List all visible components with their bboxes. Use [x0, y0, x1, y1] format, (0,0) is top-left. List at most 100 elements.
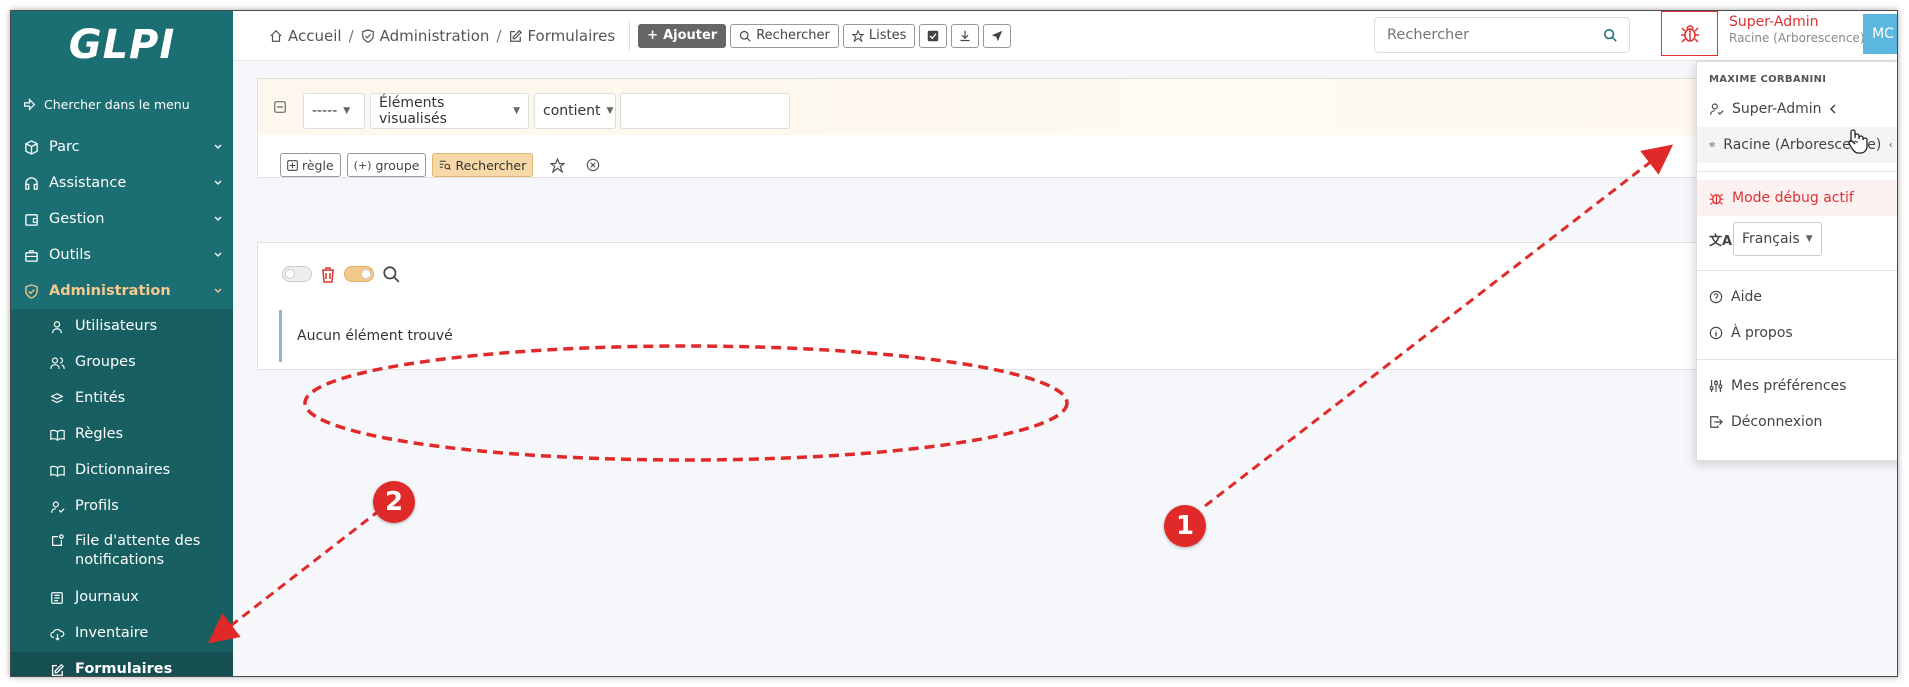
- sidebar-item-administration[interactable]: Administration: [11, 273, 233, 309]
- logo[interactable]: GLPI: [11, 11, 233, 79]
- sidebar-item-utilisateurs[interactable]: Utilisateurs: [11, 309, 233, 345]
- layers-icon: [49, 391, 65, 407]
- run-search-button[interactable]: Rechercher: [432, 153, 534, 177]
- dropdown-profile-item[interactable]: Super-Admin: [1697, 91, 1897, 127]
- send-icon: [992, 30, 1003, 41]
- dropdown-entity-item[interactable]: Racine (Arborescence): [1697, 127, 1897, 163]
- help-circle-icon: [1709, 290, 1723, 304]
- sidebar-item-label: Utilisateurs: [75, 318, 158, 334]
- breadcrumb-home[interactable]: Accueil: [269, 27, 342, 45]
- search-icon[interactable]: [1603, 28, 1617, 42]
- bug-icon: [1709, 193, 1724, 205]
- dropdown-divider: [1697, 270, 1897, 271]
- sidebar-item-entites[interactable]: Entités: [11, 381, 233, 417]
- square-check-icon: [928, 30, 939, 41]
- criteria-operator-select[interactable]: contient ▼: [534, 93, 616, 129]
- sidebar-item-parc[interactable]: Parc: [11, 129, 233, 165]
- checkbox-button[interactable]: [919, 23, 948, 48]
- logo-text: GLPI: [68, 22, 176, 68]
- breadcrumb-administration[interactable]: Administration: [361, 27, 489, 45]
- export-button[interactable]: [951, 23, 980, 48]
- lists-button[interactable]: Listes: [842, 23, 916, 48]
- toolbar-divider: [629, 20, 631, 51]
- add-group-label: groupe: [375, 157, 420, 173]
- criteria-link-select[interactable]: ----- ▼: [303, 93, 365, 129]
- user-icon: [49, 319, 65, 335]
- sidebar-item-profils[interactable]: Profils: [11, 489, 233, 525]
- circle-x-icon: [587, 158, 600, 172]
- users-icon: [49, 355, 65, 371]
- breadcrumb-separator: /: [496, 26, 502, 45]
- breadcrumb-formulaires[interactable]: Formulaires: [508, 27, 615, 45]
- sidebar-item-regles[interactable]: Règles: [11, 417, 233, 453]
- sidebar-item-label: Assistance: [49, 175, 127, 191]
- sidebar-item-assistance[interactable]: Assistance: [11, 165, 233, 201]
- trash-icon[interactable]: [320, 266, 336, 283]
- shield-check-icon: [361, 28, 374, 43]
- reset-search-button[interactable]: [581, 153, 605, 177]
- debug-mode-button[interactable]: [1661, 11, 1718, 56]
- run-search-label: Rechercher: [455, 157, 527, 173]
- notification-icon: [49, 533, 65, 549]
- star-icon: [549, 157, 565, 173]
- global-search: [1374, 17, 1630, 53]
- add-button[interactable]: + Ajouter: [638, 23, 727, 48]
- avatar-initials: MC: [1872, 26, 1894, 42]
- global-search-input[interactable]: [1387, 27, 1603, 43]
- avatar[interactable]: MC: [1863, 14, 1897, 54]
- user-dropdown-menu: MAXIME CORBANINI Super-Admin Racine (Arb…: [1696, 61, 1897, 461]
- user-profile-name: Super-Admin: [1729, 14, 1819, 30]
- criteria-actions: règle (+) groupe Rechercher: [280, 153, 605, 177]
- language-icon: 文A: [1709, 233, 1733, 249]
- trash-view-toggle[interactable]: [344, 266, 374, 282]
- layers-icon: [1709, 142, 1716, 147]
- save-search-button[interactable]: [545, 153, 569, 177]
- add-group-button[interactable]: (+) groupe: [346, 153, 427, 177]
- select-all-toggle[interactable]: [282, 266, 312, 282]
- sidebar-item-dictionnaires[interactable]: Dictionnaires: [11, 453, 233, 489]
- criteria-field-select[interactable]: Éléments visualisés ▼: [370, 93, 529, 129]
- language-value: Français: [1742, 231, 1800, 247]
- sidebar-item-journaux[interactable]: Journaux: [11, 580, 233, 616]
- sidebar-item-inventaire[interactable]: Inventaire: [11, 616, 233, 652]
- chevron-down-icon: [214, 288, 222, 293]
- dropdown-language-item: 文A Français ▼: [1697, 216, 1897, 262]
- toggle-knob: [361, 269, 371, 279]
- square-minus-icon[interactable]: [274, 101, 286, 113]
- dropdown-logout-label: Déconnexion: [1731, 414, 1823, 430]
- screenshot-frame: GLPI Chercher dans le menu Parc Assistan…: [10, 10, 1898, 677]
- annotation-badge-2: 2: [373, 481, 415, 523]
- annotation-badge-1: 1: [1164, 505, 1206, 547]
- sidebar-item-label: Parc: [49, 139, 80, 155]
- search-icon[interactable]: [382, 265, 400, 283]
- language-select[interactable]: Français ▼: [1733, 222, 1822, 256]
- menu-search-link[interactable]: Chercher dans le menu: [11, 79, 233, 129]
- dropdown-preferences-item[interactable]: Mes préférences: [1697, 368, 1897, 404]
- sidebar-item-label: Entités: [75, 390, 126, 406]
- add-rule-button[interactable]: règle: [280, 153, 341, 177]
- criteria-value-input[interactable]: [620, 93, 790, 129]
- search-button[interactable]: Rechercher: [730, 23, 839, 48]
- briefcase-icon: [23, 247, 39, 263]
- sidebar-item-outils[interactable]: Outils: [11, 237, 233, 273]
- dropdown-logout-item[interactable]: Déconnexion: [1697, 404, 1897, 440]
- headset-icon: [23, 175, 39, 191]
- dropdown-about-item[interactable]: À propos: [1697, 315, 1897, 351]
- dropdown-divider: [1697, 359, 1897, 360]
- dropdown-help-item[interactable]: Aide: [1697, 279, 1897, 315]
- user-entity-name: Racine (Arborescence): [1729, 31, 1865, 45]
- sidebar-item-formulaires[interactable]: Formulaires: [11, 652, 233, 676]
- caret-down-icon: ▼: [513, 106, 520, 116]
- book-icon: [49, 463, 65, 479]
- chevron-left-icon: [1830, 104, 1837, 114]
- sidebar-item-gestion[interactable]: Gestion: [11, 201, 233, 237]
- criteria-operator-value: contient: [543, 103, 601, 119]
- book-icon: [49, 427, 65, 443]
- sidebar-item-groupes[interactable]: Groupes: [11, 345, 233, 381]
- sidebar-item-notifications-queue[interactable]: File d'attente des notifications: [11, 525, 233, 580]
- search-criteria-panel: ----- ▼ Éléments visualisés ▼ contient ▼ rè…: [257, 78, 1807, 178]
- send-button[interactable]: [983, 23, 1012, 48]
- criteria-row: ----- ▼ Éléments visualisés ▼ contient ▼: [258, 79, 1806, 135]
- dropdown-debug-item[interactable]: Mode débug actif: [1697, 180, 1897, 216]
- user-menu-toggle[interactable]: Super-Admin Racine (Arborescence): [1729, 14, 1865, 45]
